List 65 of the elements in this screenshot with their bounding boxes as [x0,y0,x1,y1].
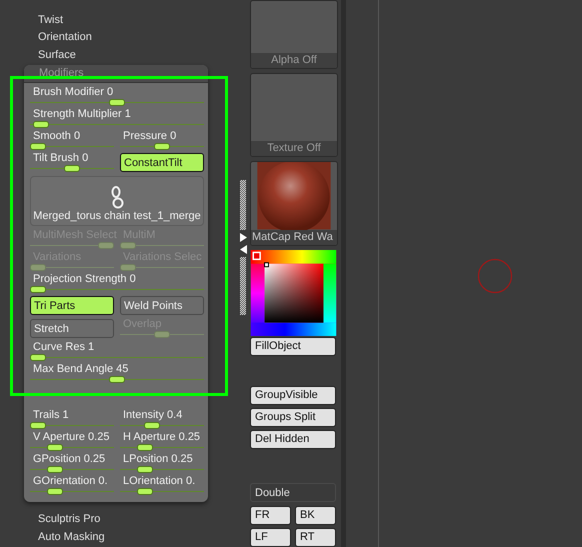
view-button[interactable]: RT [295,528,336,547]
expand-right-icon[interactable] [240,233,246,242]
slider-label: H Aperture 0.25 [122,430,202,444]
toggle-button[interactable]: Stretch [30,319,114,338]
slider-label: Pressure 0 [122,130,178,143]
slider-thumb[interactable] [47,444,63,451]
slider-label: LOrientation 0. [122,474,196,488]
scroll-handle[interactable] [240,180,246,230]
slider-thumb[interactable] [109,376,125,383]
slider-label: LPosition 0.25 [122,452,194,466]
slider-label: V Aperture 0.25 [32,430,110,444]
alpha-tile[interactable]: Alpha Off [250,0,338,69]
menu-item[interactable]: Surface [0,48,236,66]
slider-thumb[interactable] [30,422,46,429]
slider-label: Curve Res 1 [32,340,96,354]
slider-label: Brush Modifier 0 [32,86,114,99]
slider-thumb[interactable] [47,466,63,473]
slider-label: Smooth 0 [32,130,82,143]
view-button[interactable]: BK [295,506,336,525]
slider-thumb[interactable] [30,286,46,293]
slider-label: Projection Strength 0 [32,272,137,286]
slider-thumb[interactable] [30,354,46,361]
view-button[interactable]: FR [250,506,291,525]
toggle-button[interactable]: ConstantTilt [120,153,204,172]
slider-thumb[interactable] [47,488,63,495]
slider-label: Tilt Brush 0 [32,152,90,166]
tile-label: Texture Off [251,141,337,156]
expand-left-icon[interactable] [240,245,246,254]
slider-thumb[interactable] [154,142,170,150]
slider-thumb[interactable] [137,466,153,473]
slider-thumb[interactable] [33,120,50,128]
menu-item[interactable]: Sculptris Pro [0,512,236,530]
toggle-button[interactable]: Tri Parts [30,296,114,316]
menu-item[interactable]: Auto Masking [0,530,236,547]
slider-thumb[interactable] [137,488,153,495]
action-button[interactable]: FillObject [250,336,336,356]
action-button[interactable]: GroupVisible [250,386,336,405]
slider-label: Strength Multiplier 1 [32,108,132,121]
mesh-name: Merged_torus chain test_1_merge [33,210,201,224]
chain-icon [110,184,124,210]
slider-label: GOrientation 0. [32,474,109,488]
slider-thumb[interactable] [64,165,80,172]
color-picker[interactable] [250,250,337,336]
action-button[interactable]: Groups Split [250,408,336,427]
menu-item[interactable]: Orientation [0,30,236,48]
slider-thumb[interactable] [30,142,46,150]
tile-label: Alpha Off [251,52,337,68]
texture-tile[interactable]: Texture Off [250,72,338,158]
view-button[interactable]: LF [250,528,291,547]
toggle-button[interactable]: Weld Points [120,296,204,316]
menu-item[interactable]: Twist [0,13,236,30]
slider-label: GPosition 0.25 [32,452,106,466]
slider-thumb[interactable] [137,444,153,451]
brush-cursor-icon [477,258,513,294]
slider-thumb[interactable] [109,98,125,106]
slider-label: Intensity 0.4 [122,408,184,422]
slider-label: Trails 1 [32,408,70,422]
slider-thumb[interactable] [144,422,160,429]
action-button[interactable]: Del Hidden [250,430,336,449]
mesh-picker[interactable]: Merged_torus chain test_1_merge [30,176,204,226]
material-name: MatCap Red Wa [251,230,337,245]
section-label: Double [250,482,336,502]
scroll-handle[interactable] [240,257,246,315]
material-tile[interactable]: MatCap Red Wa [250,161,338,246]
slider-label: Max Bend Angle 45 [32,362,130,376]
